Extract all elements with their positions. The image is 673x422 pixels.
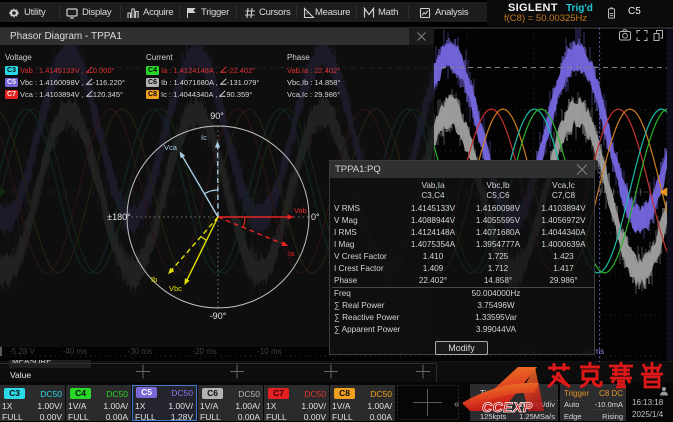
svg-text:-20 ms: -20 ms — [192, 347, 216, 356]
svg-text:CCEXP: CCEXP — [482, 399, 533, 415]
svg-text:········: ········ — [588, 404, 612, 414]
svg-text:···· ·· ·····: ···· ·· ····· — [550, 395, 588, 405]
svg-text:-10 ms: -10 ms — [257, 347, 281, 356]
svg-text:-30 ms: -30 ms — [128, 347, 152, 356]
svg-text:-5.28 V: -5.28 V — [9, 347, 35, 356]
svg-text:-40 ms: -40 ms — [63, 347, 87, 356]
